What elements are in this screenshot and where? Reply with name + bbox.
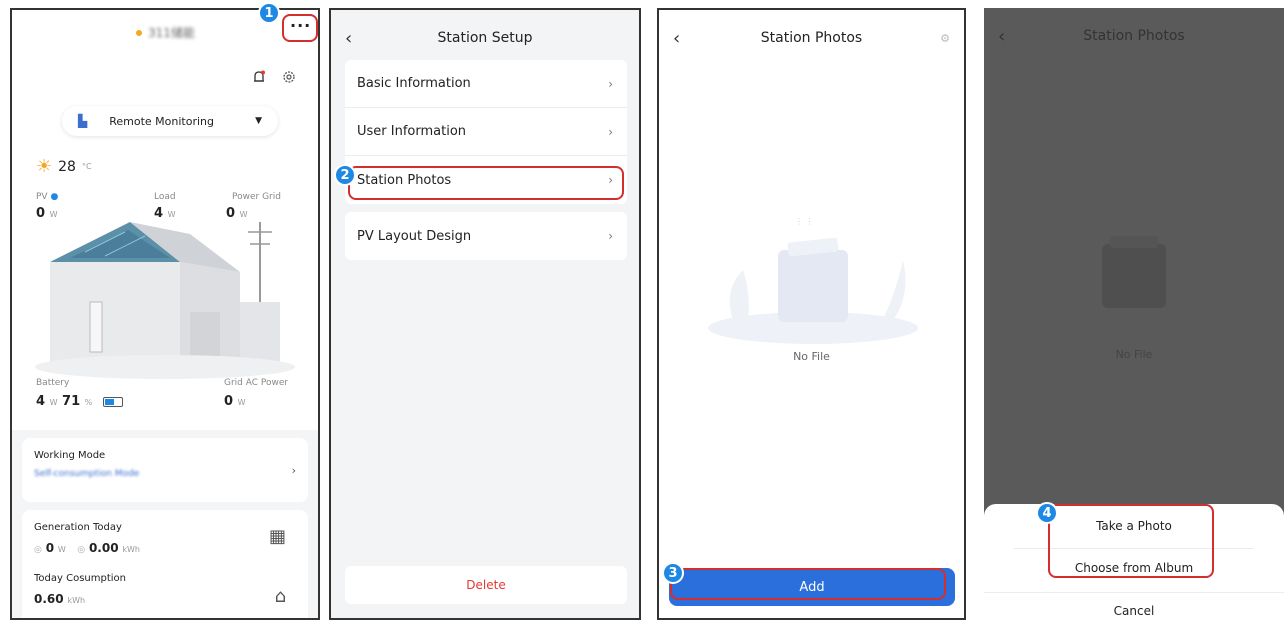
caret-down-icon: ▼	[255, 116, 262, 126]
cancel-option[interactable]: Cancel	[1014, 594, 1254, 620]
highlight-more-button	[282, 14, 318, 42]
page-title: Station Setup	[437, 30, 533, 46]
site-selector[interactable]: 311储能	[136, 24, 195, 41]
highlight-photo-options	[1048, 504, 1214, 578]
gear-icon[interactable]	[282, 70, 296, 88]
svg-text:⋮ ⋮: ⋮ ⋮	[795, 217, 814, 226]
setup-item-label: Basic Information	[357, 76, 471, 91]
callout-4: 4	[1036, 502, 1058, 524]
monitor-icon: ▙	[78, 114, 88, 128]
setup-item-label: User Information	[357, 124, 467, 139]
working-mode-value: Self-consumption Mode	[34, 469, 140, 479]
setup-group-2: PV Layout Design ›	[345, 212, 627, 260]
header: ‹ Station Setup	[331, 10, 639, 66]
setup-item-basic-information[interactable]: Basic Information ›	[345, 60, 627, 108]
back-arrow-icon[interactable]: ‹	[673, 28, 680, 49]
sun-icon: ☀	[36, 156, 53, 177]
empty-state-text: No File	[793, 350, 830, 363]
scrollbar[interactable]	[318, 514, 320, 620]
load-value: 4 W	[154, 206, 176, 221]
solar-panel-icon: ▦	[268, 526, 286, 547]
working-mode-title: Working Mode	[34, 450, 106, 461]
info-icon[interactable]: ●	[50, 192, 58, 202]
setup-item-label: PV Layout Design	[357, 228, 472, 244]
temperature-value: 28	[58, 158, 76, 175]
page-title: Station Photos	[1083, 28, 1185, 44]
divider	[984, 592, 1284, 593]
highlight-station-photos	[348, 166, 624, 200]
pv-value: 0 W	[36, 206, 58, 221]
generation-values: ◎ 0 W ◎ 0.00 kWh	[34, 541, 140, 555]
home-top-section: 311储能 ··· ▙ Remote Monitoring ▼ ☀ 28 °C …	[12, 10, 318, 430]
monitoring-mode-label: Remote Monitoring	[109, 114, 214, 128]
page-title: Station Photos	[760, 30, 863, 46]
callout-3: 3	[662, 562, 684, 584]
grid-ac-value: 0 W	[224, 394, 246, 409]
working-mode-card[interactable]: Working Mode Self-consumption Mode ›	[22, 438, 308, 502]
site-name: 311储能	[148, 26, 195, 40]
power-grid-label: Power Grid	[232, 192, 281, 202]
back-arrow-icon[interactable]: ‹	[345, 28, 352, 49]
stats-card: Generation Today ◎ 0 W ◎ 0.00 kWh ▦ Toda…	[22, 510, 308, 618]
weather: ☀ 28 °C	[36, 156, 92, 177]
house-illustration	[35, 222, 295, 379]
monitoring-mode-dropdown[interactable]: ▙ Remote Monitoring ▼	[62, 106, 278, 136]
generation-title: Generation Today	[34, 522, 122, 533]
header: ‹ Station Photos	[984, 8, 1284, 64]
power-grid-value: 0 W	[226, 206, 248, 221]
chevron-right-icon: ›	[608, 76, 613, 91]
callout-1: 1	[258, 2, 280, 24]
empty-state-text: No File	[1115, 348, 1153, 361]
header: ‹ Station Photos ⚙	[659, 10, 964, 66]
setup-item-pv-layout-design[interactable]: PV Layout Design ›	[345, 212, 627, 260]
pv-label: PV ●	[36, 192, 59, 202]
load-label: Load	[154, 192, 176, 202]
back-arrow-icon[interactable]: ‹	[998, 26, 1005, 47]
battery-value: 4 W 71 %	[36, 394, 123, 409]
consumption-title: Today Cosumption	[34, 573, 126, 584]
home-icon: ⌂	[274, 586, 286, 607]
station-photos-screen: ‹ Station Photos ⚙ ⋮ ⋮ No File Add	[657, 8, 966, 620]
grid-ac-label: Grid AC Power	[224, 378, 289, 388]
highlight-add-button	[670, 568, 946, 600]
battery-label: Battery	[36, 378, 70, 388]
empty-state-illustration: ⋮ ⋮	[708, 217, 918, 344]
home-screen: 311储能 ··· ▙ Remote Monitoring ▼ ☀ 28 °C …	[10, 8, 320, 620]
gear-icon[interactable]: ⚙	[940, 32, 950, 45]
temperature-unit: °C	[81, 162, 92, 171]
status-dot	[136, 29, 142, 36]
setup-item-user-information[interactable]: User Information ›	[345, 108, 627, 156]
delete-button[interactable]: Delete	[345, 566, 627, 604]
callout-2: 2	[334, 164, 356, 186]
bell-icon[interactable]	[252, 70, 266, 89]
chevron-right-icon: ›	[291, 464, 296, 477]
station-setup-screen: ‹ Station Setup Basic Information › User …	[329, 8, 641, 620]
empty-state-illustration	[1102, 236, 1166, 308]
consumption-value: 0.60 kWh	[34, 592, 86, 606]
battery-icon	[102, 396, 123, 407]
chevron-right-icon: ›	[608, 124, 613, 139]
chevron-right-icon: ›	[608, 229, 613, 243]
